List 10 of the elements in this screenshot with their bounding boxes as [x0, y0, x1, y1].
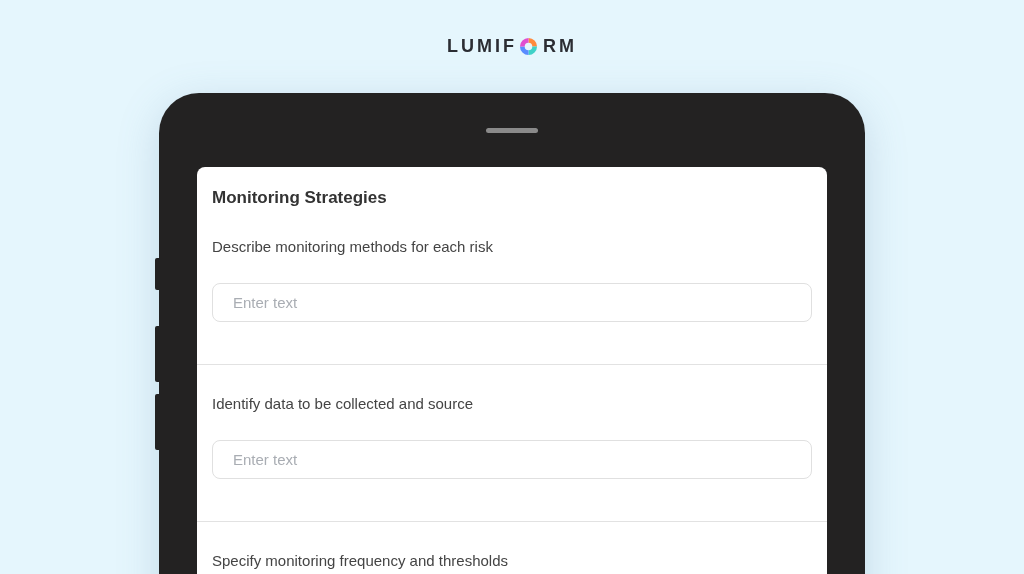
speaker-grille	[486, 128, 538, 133]
logo-text: RM	[543, 35, 577, 57]
question-label: Identify data to be collected and source	[212, 395, 474, 412]
text-field[interactable]: Enter text	[212, 440, 812, 479]
logo-ring-icon	[519, 36, 538, 56]
question-label: Specify monitoring frequency and thresholds	[212, 552, 509, 569]
logo-text: LUMIF	[447, 35, 517, 57]
question-label: Describe monitoring methods for each risk	[212, 238, 494, 255]
section-title: Monitoring Strategies	[211, 187, 388, 208]
text-field[interactable]: Enter text	[212, 283, 812, 322]
